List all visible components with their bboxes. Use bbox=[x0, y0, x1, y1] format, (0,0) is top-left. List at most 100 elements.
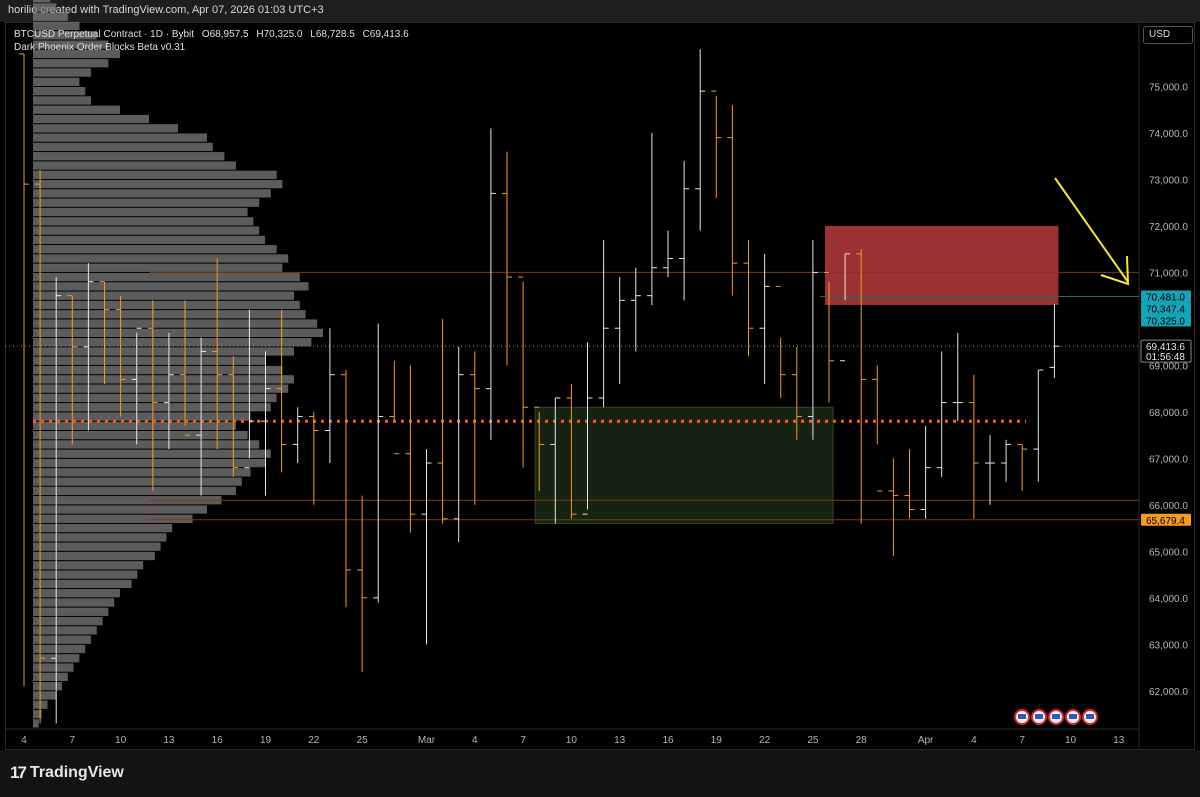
x-tick-label: 10 bbox=[1065, 735, 1077, 746]
ohlc-bar[interactable] bbox=[759, 253, 770, 384]
volume-profile-bar bbox=[33, 663, 74, 672]
ohlc-bar[interactable] bbox=[19, 53, 29, 687]
chart-legend: BTCUSD Perpetual Contract · 1D · Bybit O… bbox=[14, 28, 414, 54]
volume-profile-bar bbox=[33, 449, 271, 458]
ohlc-bar[interactable] bbox=[389, 360, 400, 455]
volume-profile-bar bbox=[33, 589, 120, 598]
volume-profile-bar bbox=[33, 170, 277, 179]
ohlc-bar[interactable] bbox=[872, 365, 883, 492]
flag-detail bbox=[1052, 714, 1060, 719]
volume-profile-bar bbox=[33, 356, 265, 365]
ohlc-bar[interactable] bbox=[630, 267, 641, 352]
price-chart[interactable]: 62,000.0 63,000.0 64,000.0 65,000.0 66,000.0… bbox=[0, 0, 1200, 797]
x-tick-label: 16 bbox=[662, 735, 674, 746]
ohlc-bar[interactable] bbox=[324, 328, 335, 464]
ohlc-bar[interactable] bbox=[1033, 369, 1044, 482]
y-tick-label: 65,000.0 bbox=[1149, 547, 1188, 558]
volume-profile-bar bbox=[33, 486, 236, 496]
volume-profile-bar bbox=[33, 152, 225, 161]
annotation-arrow-head[interactable] bbox=[1100, 255, 1130, 286]
ohlc-bar[interactable] bbox=[695, 49, 706, 231]
y-tick-label: 71,000.0 bbox=[1149, 268, 1188, 279]
ohlc-bar[interactable] bbox=[920, 425, 931, 519]
volume-profile-bar bbox=[33, 300, 300, 310]
volume-profile-bar bbox=[33, 179, 283, 189]
ohlc-bar[interactable] bbox=[646, 132, 657, 305]
ohlc-bar[interactable] bbox=[518, 276, 529, 468]
annotation-arrow-shaft[interactable] bbox=[1054, 177, 1129, 283]
price-label-text: 70,325.0 bbox=[1146, 317, 1185, 328]
x-tick-label: Apr bbox=[918, 735, 934, 746]
volume-profile-bar bbox=[33, 198, 260, 207]
x-tick-label: 10 bbox=[115, 735, 127, 746]
ohlc-bar[interactable] bbox=[904, 449, 915, 519]
x-tick-label: 4 bbox=[21, 735, 27, 746]
volume-profile-bar bbox=[33, 114, 149, 124]
volume-profile-bar bbox=[33, 598, 115, 607]
volume-profile-bar bbox=[33, 682, 62, 691]
ohlc-bar[interactable] bbox=[502, 151, 512, 366]
legend-indicator[interactable]: Dark Phoenix Order Blocks Beta v0.31 bbox=[14, 42, 185, 53]
countdown-text: 01:56:48 bbox=[1146, 352, 1185, 363]
volume-profile-bar bbox=[33, 189, 271, 198]
volume-profile-bar bbox=[33, 96, 91, 105]
ohlc-bar[interactable] bbox=[373, 323, 384, 603]
x-tick-label: 19 bbox=[711, 735, 723, 746]
ohlc-bar[interactable] bbox=[711, 90, 722, 199]
ohlc-bar[interactable] bbox=[679, 160, 690, 301]
volume-profile-bar bbox=[33, 644, 86, 654]
ohlc-bar[interactable] bbox=[1001, 439, 1012, 482]
ohlc-bar[interactable] bbox=[743, 239, 754, 357]
x-tick-label: Mar bbox=[418, 735, 436, 746]
ohlc-bar[interactable] bbox=[453, 346, 464, 543]
volume-profile-bar bbox=[33, 458, 265, 468]
volume-profile-bar bbox=[33, 477, 242, 486]
x-tick-label: 10 bbox=[566, 735, 578, 746]
ohlc-bar[interactable] bbox=[308, 411, 319, 505]
ohlc-bar[interactable] bbox=[357, 495, 368, 673]
ohlc-bar[interactable] bbox=[437, 318, 448, 524]
ohlc-bar[interactable] bbox=[727, 105, 738, 296]
volume-profile-bar bbox=[33, 542, 161, 551]
volume-profile-bar bbox=[33, 226, 260, 235]
volume-profile-bar bbox=[33, 77, 80, 86]
volume-profile-bar bbox=[33, 672, 68, 682]
volume-profile-bar bbox=[33, 59, 109, 68]
ohlc-bar[interactable] bbox=[663, 230, 673, 278]
ohlc-bar[interactable] bbox=[775, 285, 786, 398]
x-tick-label: 4 bbox=[472, 735, 478, 746]
ohlc-bar[interactable] bbox=[888, 458, 899, 556]
currency-button[interactable]: USD bbox=[1143, 26, 1193, 44]
volume-profile-bar bbox=[33, 124, 178, 133]
flag-detail bbox=[1018, 714, 1026, 719]
ohlc-bar[interactable] bbox=[598, 239, 609, 408]
ohlc-bar[interactable] bbox=[936, 351, 947, 477]
ohlc-bar[interactable] bbox=[341, 370, 351, 608]
bullish-order-block bbox=[534, 406, 834, 524]
y-tick-label: 74,000.0 bbox=[1149, 129, 1188, 140]
footer-bar bbox=[0, 750, 1200, 797]
ohlc-bar[interactable] bbox=[485, 128, 496, 440]
ohlc-bar[interactable] bbox=[985, 435, 995, 505]
volume-profile-bar bbox=[33, 626, 97, 635]
volume-profile-bar bbox=[33, 607, 109, 616]
volume-profile-bar bbox=[33, 3, 57, 12]
ohlc-bar[interactable] bbox=[469, 351, 480, 505]
x-tick-label: 22 bbox=[759, 735, 771, 746]
x-tick-label: 25 bbox=[807, 735, 819, 746]
ohlc-bar[interactable] bbox=[614, 277, 625, 384]
volume-profile-bar bbox=[33, 635, 91, 644]
y-tick-label: 62,000.0 bbox=[1149, 687, 1188, 698]
ohlc-bar[interactable] bbox=[1017, 443, 1028, 491]
ohlc-bar[interactable] bbox=[968, 374, 979, 519]
volume-profile-bar bbox=[33, 338, 312, 347]
y-tick-label: 63,000.0 bbox=[1149, 640, 1188, 651]
volume-profile-bar bbox=[33, 272, 300, 282]
ohlc-bar[interactable] bbox=[292, 407, 303, 464]
ohlc-bar[interactable] bbox=[405, 365, 416, 533]
ohlc-bar[interactable] bbox=[1049, 303, 1060, 379]
volume-profile-bar bbox=[33, 403, 271, 412]
legend-symbol[interactable]: BTCUSD Perpetual Contract · 1D · Bybit bbox=[14, 29, 194, 40]
volume-profile-bar bbox=[33, 551, 155, 561]
ohlc-bar[interactable] bbox=[421, 449, 432, 645]
